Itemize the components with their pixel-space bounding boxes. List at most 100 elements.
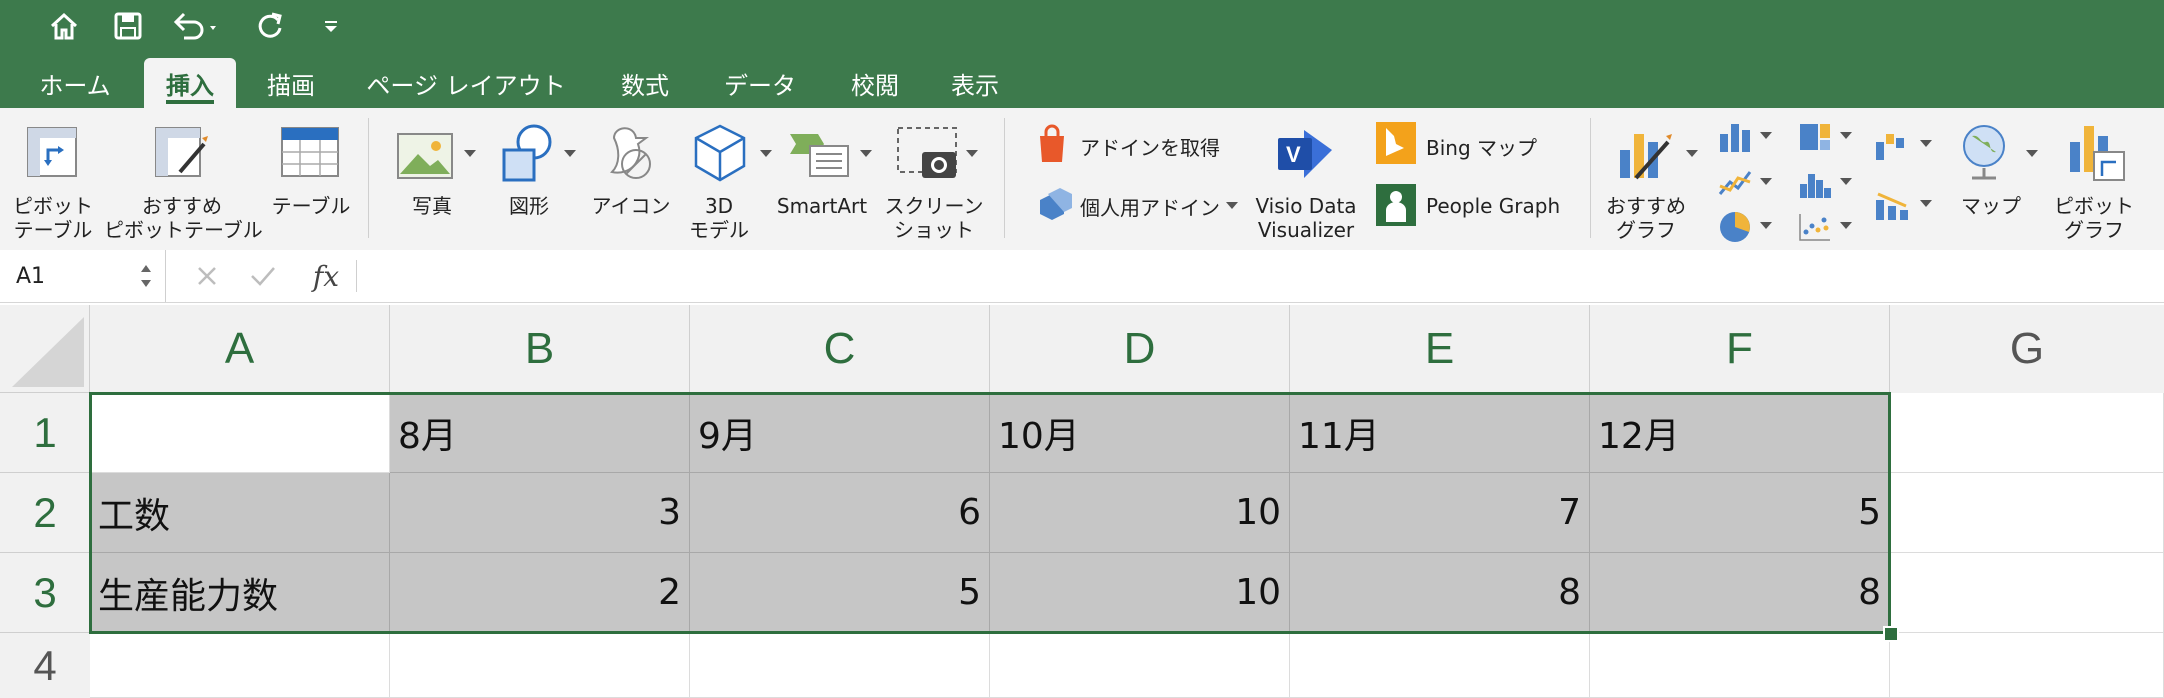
my-addins-button[interactable]: 個人用アドイン [1030,184,1240,244]
shapes-icon [502,124,552,182]
cell-b4[interactable] [390,633,690,698]
home-icon[interactable] [44,6,84,46]
cell-c1[interactable]: 9月 [690,393,990,473]
recommended-pivot-button[interactable]: おすすめ ピボットテーブル [104,108,263,250]
tab-data[interactable]: データ [706,58,814,108]
undo-icon[interactable] [168,6,228,46]
cell-e4[interactable] [1290,633,1590,698]
cell-b3[interactable]: 2 [390,553,690,633]
get-addins-button[interactable]: アドインを取得 [1030,122,1230,182]
column-header-e[interactable]: E [1290,305,1590,393]
cell-e1[interactable]: 11月 [1290,393,1590,473]
recommended-charts-button[interactable]: おすすめ グラフ [1604,108,1704,250]
cell-g2[interactable] [1890,473,2164,553]
tab-page-layout[interactable]: ページ レイアウト [356,58,576,108]
table-button[interactable]: テーブル [266,108,356,250]
cell-f4[interactable] [1590,633,1890,698]
cell-d2[interactable]: 10 [990,473,1290,553]
cell-g4[interactable] [1890,633,2164,698]
icons-icon [610,127,651,179]
row-header-1[interactable]: 1 [0,393,90,473]
cell-f1[interactable]: 12月 [1590,393,1890,473]
cell-a1[interactable] [90,393,390,473]
maps-button[interactable]: マップ [1952,108,2042,250]
cell-a3[interactable]: 生産能力数 [90,553,390,633]
name-box-value: A1 [16,263,46,289]
waterfall-chart-button[interactable] [1872,124,1936,174]
smartart-button[interactable]: SmartArt [777,108,878,250]
row-header-2[interactable]: 2 [0,473,90,553]
scatter-chart-button[interactable] [1796,208,1856,248]
cell-d3[interactable]: 10 [990,553,1290,633]
recommended-charts-label-1: おすすめ [1606,194,1686,218]
smartart-icon [790,134,849,177]
row-header-3[interactable]: 3 [0,553,90,633]
formula-input[interactable] [370,250,2150,302]
name-box-stepper-icon [141,265,151,287]
column-header-a[interactable]: A [90,305,390,393]
visio-data-visualizer-button[interactable]: V Visio Data Visualizer [1250,108,1362,250]
name-box[interactable]: A1 [0,250,166,302]
column-header-g[interactable]: G [1890,305,2164,393]
customize-toolbar-icon[interactable] [316,6,346,46]
insert-function-button[interactable]: fx [306,260,346,293]
column-header-f[interactable]: F [1590,305,1890,393]
line-chart-button[interactable] [1716,164,1776,204]
cell-g1[interactable] [1890,393,2164,473]
3d-models-label-2: モデル [689,218,749,242]
save-icon[interactable] [108,6,148,46]
tab-home[interactable]: ホーム [12,58,138,108]
pivot-table-icon [27,127,77,177]
cell-b2[interactable]: 3 [390,473,690,553]
select-all-button[interactable] [0,305,90,393]
fill-handle[interactable] [1883,626,1899,642]
cell-b1[interactable]: 8月 [390,393,690,473]
screenshot-button[interactable]: スクリーン ショット [885,108,990,250]
pivot-table-label-1: ピボット [13,194,93,218]
shapes-button[interactable]: 図形 [488,108,582,250]
cell-d4[interactable] [990,633,1290,698]
pivot-chart-button[interactable]: ピボット グラフ [2046,108,2142,250]
cell-c4[interactable] [690,633,990,698]
table-icon [281,127,339,177]
cell-f3[interactable]: 8 [1590,553,1890,633]
tab-review[interactable]: 校閲 [830,58,920,108]
cell-a2[interactable]: 工数 [90,473,390,553]
combo-chart-button[interactable] [1872,184,1936,234]
bing-icon [1376,122,1416,164]
cell-e3[interactable]: 8 [1290,553,1590,633]
cell-f2[interactable]: 5 [1590,473,1890,553]
statistic-chart-button[interactable] [1796,164,1856,204]
hierarchy-chart-button[interactable] [1796,118,1856,158]
cell-c3[interactable]: 5 [690,553,990,633]
people-graph-button[interactable]: People Graph [1374,184,1574,244]
pictures-button[interactable]: 写真 [384,108,480,250]
redo-icon[interactable] [250,6,290,46]
tab-formulas[interactable]: 数式 [600,58,690,108]
ribbon-separator [1004,118,1005,238]
cell-g3[interactable] [1890,553,2164,633]
column-header-c[interactable]: C [690,305,990,393]
pivot-table-button[interactable]: ピボット テーブル [8,108,98,250]
cell-e2[interactable]: 7 [1290,473,1590,553]
maps-label: マップ [1961,194,2021,218]
enter-icon[interactable] [246,260,280,292]
cell-c2[interactable]: 6 [690,473,990,553]
recommended-charts-label-2: グラフ [1616,218,1676,242]
row-header-4[interactable]: 4 [0,633,90,698]
cell-a4[interactable] [90,633,390,698]
tab-view[interactable]: 表示 [930,58,1020,108]
pie-chart-button[interactable] [1716,208,1776,248]
chevron-down-icon [2026,150,2038,157]
tab-insert[interactable]: 挿入 [144,58,236,108]
cell-d1[interactable]: 10月 [990,393,1290,473]
recommended-pivot-label-2: ピボットテーブル [104,218,263,242]
cancel-icon[interactable] [190,260,224,292]
tab-draw[interactable]: 描画 [246,58,336,108]
column-header-b[interactable]: B [390,305,690,393]
3d-models-button[interactable]: 3D モデル [682,108,776,250]
column-chart-button[interactable] [1716,118,1776,158]
column-header-d[interactable]: D [990,305,1290,393]
bing-maps-button[interactable]: Bing マップ [1374,122,1554,182]
icons-button[interactable]: アイコン [586,108,676,250]
